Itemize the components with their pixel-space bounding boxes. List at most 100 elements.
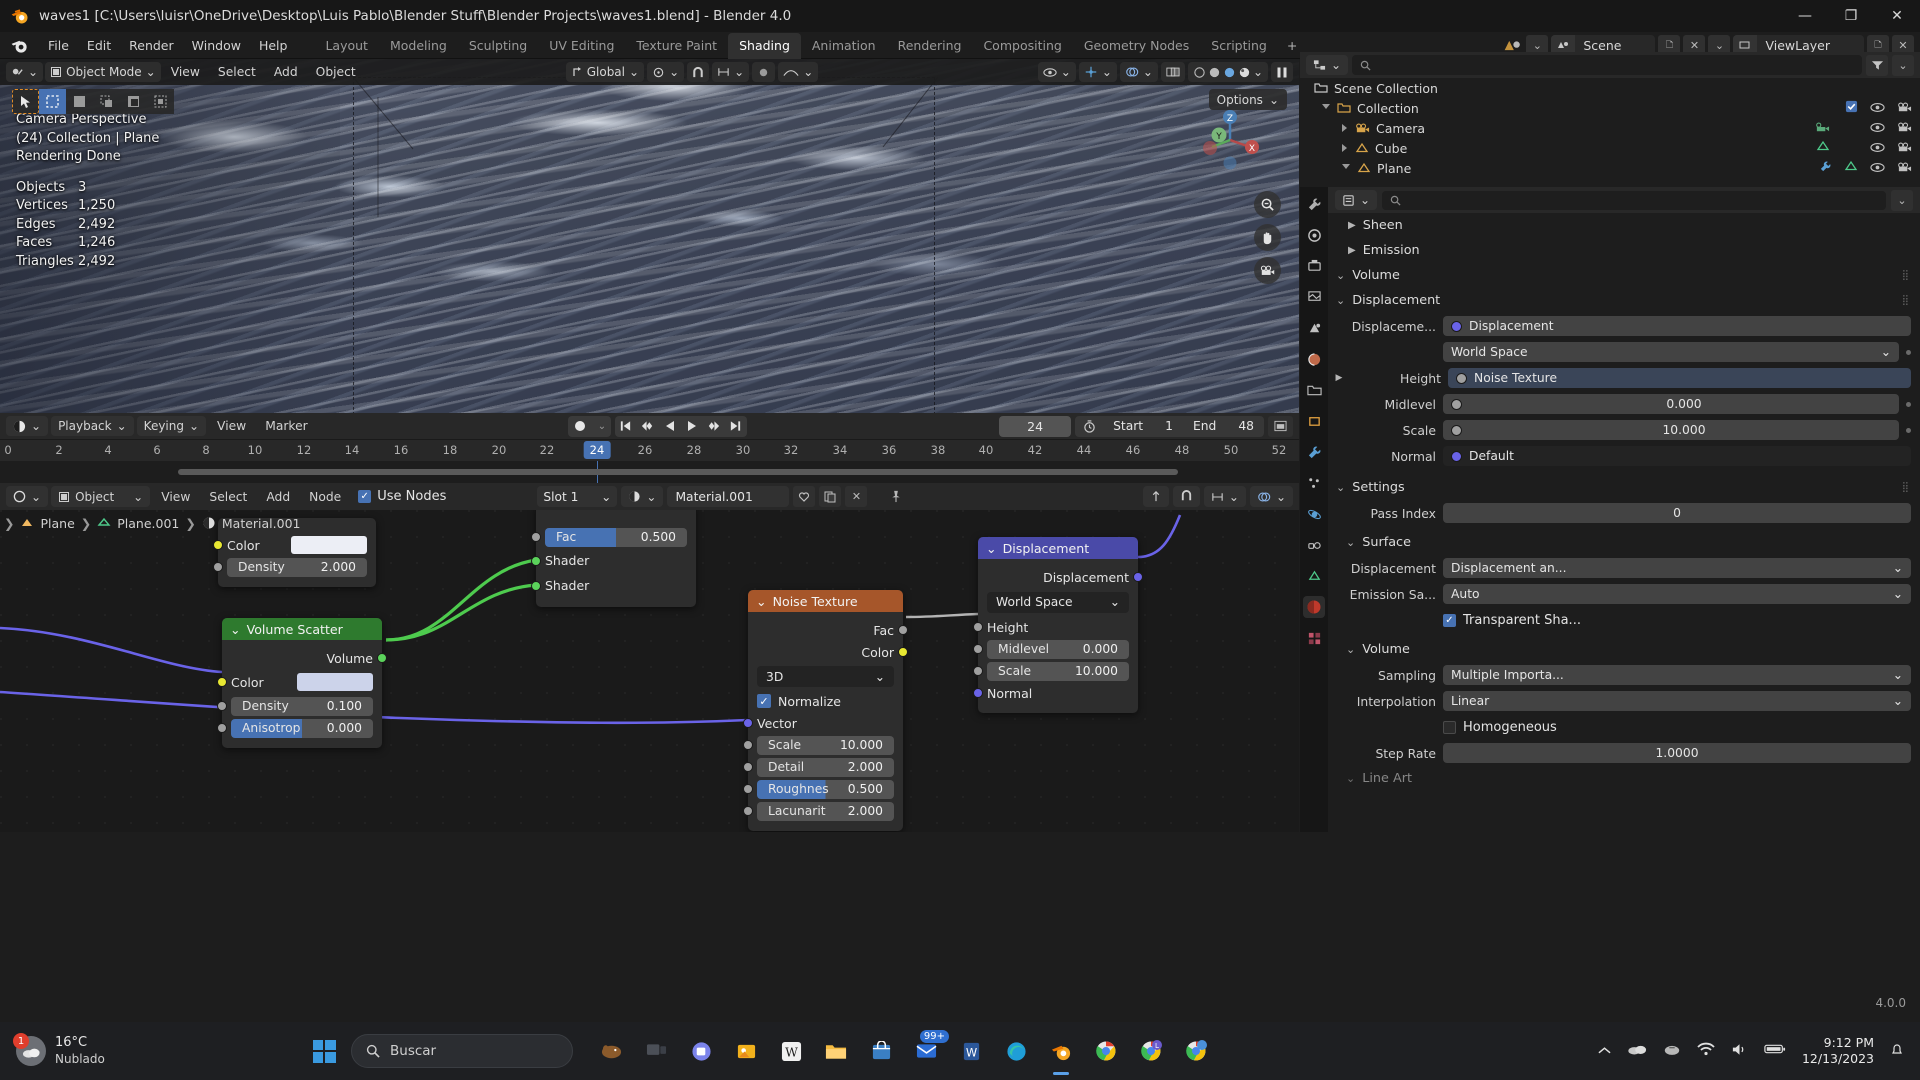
node-row-normalize[interactable]: ✓ Normalize	[748, 690, 903, 712]
viewport-visibility-selector[interactable]: ⌄	[1037, 62, 1076, 82]
camera-icon-collection[interactable]	[1897, 101, 1912, 116]
timeline-editor-type-selector[interactable]: ⌄	[6, 416, 49, 436]
tab-scene[interactable]	[1303, 317, 1325, 339]
properties-editor-type-selector[interactable]: ⌄	[1335, 190, 1378, 210]
viewport-gizmos-selector[interactable]: ⌄	[1078, 62, 1117, 82]
jump-to-start-button[interactable]	[615, 416, 637, 437]
anisotropy-slider[interactable]: Anisotrop 0.000	[231, 718, 373, 738]
normal-input-socket[interactable]	[973, 688, 983, 698]
prop-dropdown-sampling[interactable]: Multiple Importa... ⌄	[1443, 665, 1911, 685]
menu-edit[interactable]: Edit	[78, 34, 120, 57]
pin-icon[interactable]	[885, 486, 907, 507]
roughness-slider[interactable]: Roughnes 0.500	[757, 779, 894, 799]
node-row-normal[interactable]: Normal	[973, 682, 1138, 704]
timeline-sync-icon[interactable]	[1268, 415, 1293, 437]
select-box-tool-button[interactable]	[39, 89, 66, 114]
expand-triangle-icon-plane[interactable]	[1342, 163, 1350, 173]
jump-to-end-button[interactable]	[725, 416, 747, 437]
prop-dropdown-space[interactable]: World Space ⌄	[1443, 342, 1899, 362]
previous-keyframe-button[interactable]	[637, 416, 659, 437]
volume-scatter-header[interactable]: ⌄ Volume Scatter	[222, 618, 382, 640]
panel-header-displacement[interactable]: ⌄ Displacement ⣿	[1328, 288, 1920, 313]
volume-scatter-node[interactable]: ⌄ Volume Scatter Volume Color Density 0.…	[217, 618, 387, 748]
tab-collection[interactable]	[1303, 379, 1325, 401]
animate-dot-space[interactable]	[1906, 349, 1911, 355]
color-swatch-abs[interactable]	[291, 536, 367, 554]
node-row-midlevel[interactable]: Midlevel 0.000	[973, 638, 1138, 660]
timeline-editor[interactable]: ⌄ Playback ⌄ Keying ⌄ View Marker ⌄ 24 S…	[0, 413, 1299, 483]
panel-header-volume-top[interactable]: ⌄ Volume ⣿	[1328, 263, 1920, 288]
scale-field-noise[interactable]: Scale 10.000	[757, 735, 894, 755]
chrome-icon[interactable]	[1091, 1036, 1121, 1066]
panel-header-sheen[interactable]: ▶ Sheen	[1328, 213, 1920, 238]
color-swatch-scatter[interactable]	[297, 673, 373, 691]
node-row-color-scatter[interactable]: Color	[217, 669, 382, 695]
outliner-editor[interactable]: ⌄ ⌄ Scene Collection Collection Camera C…	[1300, 52, 1920, 187]
node-snap-mode-selector[interactable]: ⌄	[1203, 486, 1246, 507]
file-explorer-icon[interactable]	[821, 1036, 851, 1066]
volume-output-socket[interactable]	[377, 653, 387, 663]
select-box-mode-new[interactable]	[66, 89, 93, 114]
zoom-icon[interactable]	[1254, 191, 1281, 218]
color-output-socket[interactable]	[898, 647, 908, 657]
shading-mode-group[interactable]: ⌄	[1187, 62, 1268, 82]
workspace-tab-geometry-nodes[interactable]: Geometry Nodes	[1073, 33, 1200, 59]
node-row-scale-disp[interactable]: Scale 10.000	[973, 660, 1138, 682]
sync-icon[interactable]	[1663, 1042, 1681, 1061]
animate-dot-scale[interactable]	[1906, 427, 1911, 433]
camera-render-icon-cube[interactable]	[1897, 141, 1912, 156]
3d-viewport[interactable]: ⌄ Object Mode ⌄ View Select Add Object Gl…	[0, 59, 1299, 413]
tab-output[interactable]	[1303, 255, 1325, 277]
prop-row-height[interactable]: ▶ Height Noise Texture	[1328, 365, 1920, 391]
density-input-socket-abs[interactable]	[213, 562, 223, 572]
volume-icon[interactable]	[1731, 1042, 1748, 1061]
eye-icon-collection[interactable]	[1870, 101, 1885, 116]
lacunarity-field[interactable]: Lacunarit 2.000	[757, 801, 894, 821]
camera-render-icon-camera[interactable]	[1897, 121, 1912, 136]
properties-editor[interactable]: ⌄ ⌄ ▶ Sheen ▶ Emission ⌄ Volume ⣿ ⌄ Disp…	[1300, 187, 1920, 832]
task-view-icon[interactable]	[641, 1036, 671, 1066]
battery-icon[interactable]	[1764, 1043, 1786, 1059]
expand-triangle-icon[interactable]	[1322, 103, 1330, 113]
expand-triangle-icon-cube[interactable]	[1342, 144, 1347, 152]
prop-field-displacement-input[interactable]: Displacement	[1443, 316, 1911, 336]
mail-icon[interactable]: 99+	[911, 1030, 949, 1066]
noise-texture-header[interactable]: ⌄ Noise Texture	[748, 590, 903, 612]
node-row-displacement-out[interactable]: Displacement	[978, 566, 1143, 588]
notification-bell-icon[interactable]	[1890, 1042, 1904, 1061]
prop-row-displacement-input[interactable]: Displaceme... Displacement	[1328, 313, 1920, 339]
clock-widget[interactable]: 9:12 PM 12/13/2023	[1802, 1035, 1874, 1067]
pan-hand-icon[interactable]	[1254, 224, 1281, 251]
detail-input-socket[interactable]	[743, 762, 753, 772]
proportional-editing-toggle[interactable]	[752, 62, 776, 82]
workspace-tab-compositing[interactable]: Compositing	[972, 33, 1072, 59]
prop-row-emission-sampling[interactable]: Emission Sa... Auto ⌄	[1328, 581, 1920, 607]
timeline-ruler[interactable]: 0 2 4 6 8 10 12 14 16 18 20 22 24 26 28 …	[0, 439, 1299, 461]
timeline-marker-menu[interactable]: Marker	[257, 419, 316, 433]
tab-material[interactable]	[1303, 596, 1325, 618]
outliner-row-cube[interactable]: Cube	[1300, 138, 1920, 158]
vector-input-socket[interactable]	[743, 718, 753, 728]
tab-render[interactable]	[1303, 224, 1325, 246]
prop-row-space[interactable]: World Space ⌄	[1328, 339, 1920, 365]
panel-header-settings[interactable]: ⌄ Settings ⣿	[1328, 475, 1920, 500]
outliner-filter-chevron[interactable]: ⌄	[1892, 54, 1914, 76]
displacement-node-header[interactable]: ⌄ Displacement	[978, 537, 1138, 559]
outliner-row-camera[interactable]: Camera	[1300, 118, 1920, 138]
edge-icon[interactable]	[1001, 1036, 1031, 1066]
roughness-input-socket[interactable]	[743, 784, 753, 794]
select-box-mode-invert[interactable]	[147, 89, 174, 114]
onedrive-icon[interactable]	[1627, 1042, 1647, 1060]
panel-header-line-art[interactable]: ⌄ Line Art	[1328, 766, 1920, 791]
prop-row-step-rate[interactable]: Step Rate 1.0000	[1328, 740, 1920, 766]
shader-menu-view[interactable]: View	[153, 490, 198, 504]
mesh-data-icon-cube[interactable]	[1816, 140, 1830, 156]
workspace-tab-sculpting[interactable]: Sculpting	[458, 33, 538, 59]
weather-widget[interactable]: 1 16°C Nublado	[0, 1033, 230, 1068]
material-name-field[interactable]: Material.001	[667, 486, 790, 507]
collapse-chevron-icon-noise[interactable]: ⌄	[756, 594, 767, 609]
wikipedia-icon[interactable]: W	[776, 1036, 806, 1066]
chrome-profile-g-icon[interactable]	[1181, 1036, 1211, 1066]
density-field-abs[interactable]: Density 2.000	[227, 557, 367, 577]
homogeneous-checkbox[interactable]	[1443, 720, 1456, 734]
